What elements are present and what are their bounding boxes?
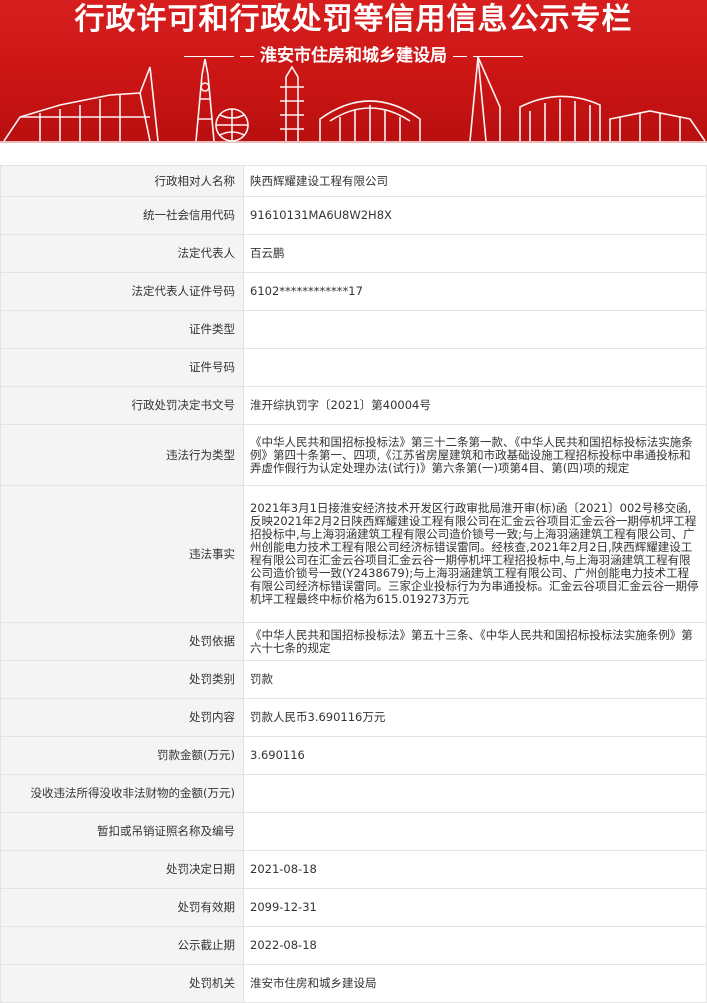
table-row: 法定代表人 百云鹏 [0, 234, 707, 273]
row-label: 行政相对人名称 [0, 165, 244, 197]
table-row: 处罚依据 《中华人民共和国招标投标法》第五十三条、《中华人民共和国招标投标法实施… [0, 622, 707, 661]
row-label: 处罚内容 [0, 698, 244, 737]
row-label: 处罚类别 [0, 660, 244, 699]
row-value: 2021年3月1日接淮安经济技术开发区行政审批局淮开审(标)函〔2021〕002… [243, 485, 707, 623]
row-value: 2099-12-31 [243, 888, 707, 927]
table-row: 证件类型 [0, 310, 707, 349]
row-label: 证件号码 [0, 348, 244, 387]
table-row: 违法行为类型 《中华人民共和国招标投标法》第三十二条第一款、《中华人民共和国招标… [0, 424, 707, 486]
row-value: 2021-08-18 [243, 850, 707, 889]
row-value: 陕西辉耀建设工程有限公司 [243, 165, 707, 197]
spacer [0, 143, 707, 165]
row-value: 罚款人民币3.690116万元 [243, 698, 707, 737]
table-row: 处罚内容 罚款人民币3.690116万元 [0, 698, 707, 737]
table-row: 暂扣或吊销证照名称及编号 [0, 812, 707, 851]
banner-title: 行政许可和行政处罚等信用信息公示专栏 [74, 2, 633, 37]
penalty-info-table: 行政相对人名称 陕西辉耀建设工程有限公司 统一社会信用代码 91610131MA… [0, 165, 707, 1003]
row-label: 法定代表人证件号码 [0, 272, 244, 311]
row-label: 处罚机关 [0, 964, 244, 1003]
row-label: 没收违法所得没收非法财物的金额(万元) [0, 774, 244, 813]
table-row: 行政处罚决定书文号 淮开综执罚字〔2021〕第40004号 [0, 386, 707, 425]
table-row: 统一社会信用代码 91610131MA6U8W2H8X [0, 196, 707, 235]
table-row: 行政相对人名称 陕西辉耀建设工程有限公司 [0, 165, 707, 197]
table-row: 没收违法所得没收非法财物的金额(万元) [0, 774, 707, 813]
table-row: 违法事实 2021年3月1日接淮安经济技术开发区行政审批局淮开审(标)函〔202… [0, 485, 707, 623]
row-label: 公示截止期 [0, 926, 244, 965]
table-row: 公示截止期 2022-08-18 [0, 926, 707, 965]
table-row: 处罚机关 淮安市住房和城乡建设局 [0, 964, 707, 1003]
row-label: 违法行为类型 [0, 424, 244, 486]
row-value [243, 812, 707, 851]
row-value: 6102************17 [243, 272, 707, 311]
row-value [243, 774, 707, 813]
row-label: 统一社会信用代码 [0, 196, 244, 235]
row-label: 暂扣或吊销证照名称及编号 [0, 812, 244, 851]
row-value: 《中华人民共和国招标投标法》第三十二条第一款、《中华人民共和国招标投标法实施条例… [243, 424, 707, 486]
city-skyline-illustration [0, 56, 707, 143]
row-value: 淮安市住房和城乡建设局 [243, 964, 707, 1003]
table-row: 罚款金额(万元) 3.690116 [0, 736, 707, 775]
row-label: 法定代表人 [0, 234, 244, 273]
row-label: 处罚依据 [0, 622, 244, 661]
row-value: 91610131MA6U8W2H8X [243, 196, 707, 235]
row-value: 罚款 [243, 660, 707, 699]
table-row: 处罚类别 罚款 [0, 660, 707, 699]
table-row: 证件号码 [0, 348, 707, 387]
table-row: 处罚有效期 2099-12-31 [0, 888, 707, 927]
table-row: 处罚决定日期 2021-08-18 [0, 850, 707, 889]
row-label: 行政处罚决定书文号 [0, 386, 244, 425]
table-row: 法定代表人证件号码 6102************17 [0, 272, 707, 311]
row-value [243, 310, 707, 349]
row-label: 处罚有效期 [0, 888, 244, 927]
header-banner: 行政许可和行政处罚等信用信息公示专栏 淮安市住房和城乡建设局 [0, 0, 707, 143]
row-label: 违法事实 [0, 485, 244, 623]
row-label: 处罚决定日期 [0, 850, 244, 889]
row-value: 2022-08-18 [243, 926, 707, 965]
row-value [243, 348, 707, 387]
row-value: 《中华人民共和国招标投标法》第五十三条、《中华人民共和国招标投标法实施条例》第六… [243, 622, 707, 661]
row-value: 淮开综执罚字〔2021〕第40004号 [243, 386, 707, 425]
row-label: 证件类型 [0, 310, 244, 349]
row-label: 罚款金额(万元) [0, 736, 244, 775]
row-value: 3.690116 [243, 736, 707, 775]
row-value: 百云鹏 [243, 234, 707, 273]
